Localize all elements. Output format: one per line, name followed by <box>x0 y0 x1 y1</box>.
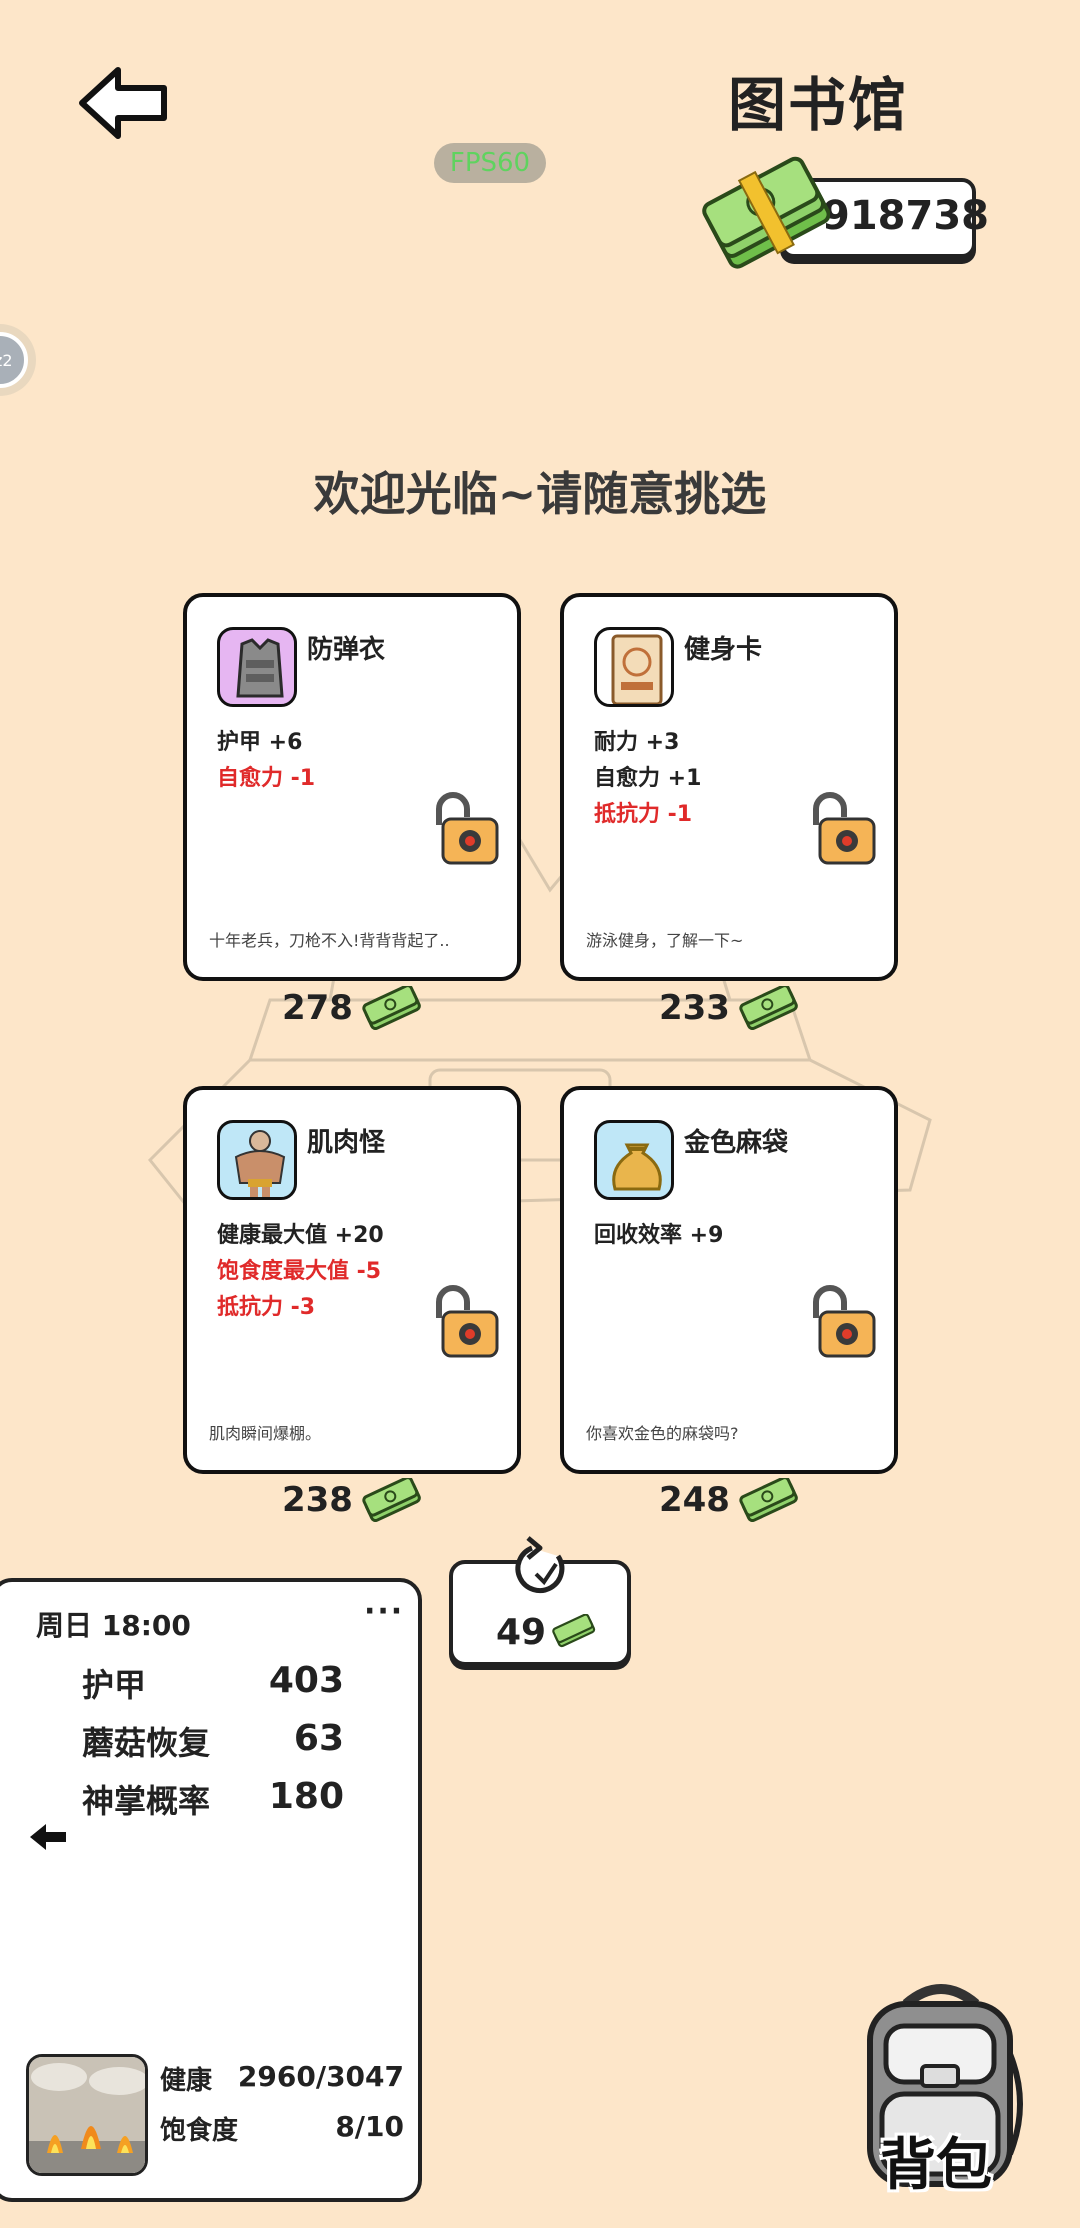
item-stats: 耐力 +3 自愈力 +1 抵抗力 -1 <box>594 725 701 833</box>
item-stats: 回收效率 +9 <box>594 1218 723 1254</box>
vest-icon <box>217 627 297 707</box>
cash-icon <box>362 984 421 1031</box>
item-stat: 回收效率 +9 <box>594 1223 724 1248</box>
stat-value: 63 <box>293 1718 344 1759</box>
stat-row-mushroom-recovery: 蘑菇恢复 63 <box>82 1718 344 1764</box>
page-title: 图书馆 <box>728 71 909 139</box>
money-value: 918738 <box>822 193 989 239</box>
unlock-icon[interactable] <box>806 791 878 865</box>
item-name: 肌肉怪 <box>307 1128 386 1158</box>
item-stats: 护甲 +6 自愈力 -1 <box>217 725 315 797</box>
unlock-icon[interactable] <box>806 1284 878 1358</box>
item-stat: 健康最大值 +20 <box>217 1223 384 1248</box>
burning-rubble-icon <box>29 2057 145 2173</box>
health-value: 2960/3047 <box>237 2060 404 2093</box>
cash-icon <box>739 1476 798 1523</box>
item-card-gym-card[interactable]: 健身卡 耐力 +3 自愈力 +1 抵抗力 -1 游泳健身，了解一下~ <box>560 593 898 981</box>
stat-value: 180 <box>268 1776 344 1817</box>
item-card-vest[interactable]: 防弹衣 护甲 +6 自愈力 -1 十年老兵，刀枪不入!背背背起了.. <box>183 593 521 981</box>
item-price: 248 <box>560 1476 898 1523</box>
item-stat: 抵抗力 -3 <box>217 1295 316 1320</box>
backpack-label: 背包 <box>880 2133 992 2198</box>
item-price: 278 <box>183 984 521 1031</box>
item-price: 238 <box>183 1476 521 1523</box>
item-stat: 抵抗力 -1 <box>594 802 693 827</box>
stat-value: 403 <box>268 1660 344 1701</box>
item-stats: 健康最大值 +20 饱食度最大值 -5 抵抗力 -3 <box>217 1218 384 1326</box>
health-label: 健康 <box>160 2066 213 2096</box>
item-card-gold-sack[interactable]: 金色麻袋 回收效率 +9 你喜欢金色的麻袋吗? <box>560 1086 898 1474</box>
item-description: 你喜欢金色的麻袋吗? <box>586 1424 739 1443</box>
game-time: 周日 18:00 <box>36 1609 191 1642</box>
gym-card-icon <box>594 627 674 707</box>
avatar <box>26 2054 148 2176</box>
item-stat: 自愈力 +1 <box>594 766 702 791</box>
item-name: 金色麻袋 <box>684 1128 789 1158</box>
left-arrow-icon[interactable] <box>28 1822 68 1852</box>
item-name: 防弹衣 <box>307 635 386 665</box>
fps-indicator: FPS60 <box>434 143 546 183</box>
svg-text:z2: z2 <box>0 351 13 370</box>
more-button[interactable]: ··· <box>364 1594 404 1629</box>
item-description: 十年老兵，刀枪不入!背背背起了.. <box>209 931 450 950</box>
satiety-row: 饱食度 8/10 <box>160 2110 404 2147</box>
refresh-icon[interactable] <box>506 1534 574 1604</box>
price-value: 278 <box>281 988 353 1028</box>
price-value: 233 <box>658 988 730 1028</box>
price-value: 248 <box>658 1480 730 1520</box>
unlock-icon[interactable] <box>429 791 501 865</box>
stat-label: 护甲 <box>82 1666 147 1704</box>
back-arrow-icon[interactable] <box>78 66 170 140</box>
cash-icon <box>552 1614 596 1648</box>
cash-stack-icon <box>702 156 830 269</box>
price-value: 238 <box>281 1480 353 1520</box>
item-card-muscle-man[interactable]: 肌肉怪 健康最大值 +20 饱食度最大值 -5 抵抗力 -3 肌肉瞬间爆棚。 <box>183 1086 521 1474</box>
stat-row-palm-chance: 神掌概率 180 <box>82 1776 344 1822</box>
welcome-text: 欢迎光临~请随意挑选 <box>313 467 767 521</box>
cash-icon <box>362 1476 421 1523</box>
unlock-icon[interactable] <box>429 1284 501 1358</box>
side-badge-icon[interactable]: z2 <box>0 320 40 400</box>
item-name: 健身卡 <box>684 635 763 665</box>
stat-label: 蘑菇恢复 <box>82 1724 211 1762</box>
refresh-cost: 49 <box>496 1612 547 1653</box>
stat-label: 神掌概率 <box>82 1782 211 1820</box>
item-price: 233 <box>560 984 898 1031</box>
gold-sack-icon <box>594 1120 674 1200</box>
satiety-value: 8/10 <box>335 2110 404 2143</box>
item-description: 游泳健身，了解一下~ <box>586 931 744 950</box>
satiety-label: 饱食度 <box>160 2116 239 2146</box>
item-stat: 自愈力 -1 <box>217 766 316 791</box>
health-row: 健康 2960/3047 <box>160 2060 404 2097</box>
stat-row-armor: 护甲 403 <box>82 1660 344 1706</box>
item-stat: 饱食度最大值 -5 <box>217 1259 382 1284</box>
item-stat: 护甲 +6 <box>217 730 303 755</box>
item-description: 肌肉瞬间爆棚。 <box>209 1424 322 1443</box>
item-stat: 耐力 +3 <box>594 730 680 755</box>
cash-icon <box>739 984 798 1031</box>
muscle-man-icon <box>217 1120 297 1200</box>
